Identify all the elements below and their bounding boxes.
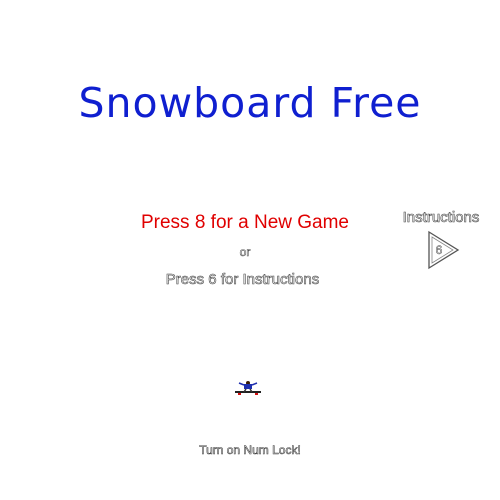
snowboarder-icon	[234, 380, 262, 396]
numlock-hint: Turn on Num Lock!	[199, 443, 301, 458]
instructions-prompt[interactable]: Press 6 for Instructions	[120, 270, 365, 290]
instructions-label: Instructions	[402, 209, 480, 227]
new-game-prompt[interactable]: Press 8 for a New Game	[100, 211, 390, 235]
game-title: Snowboard Free	[78, 79, 422, 127]
instructions-key-label: 6	[435, 243, 443, 258]
or-separator: or	[239, 245, 251, 260]
